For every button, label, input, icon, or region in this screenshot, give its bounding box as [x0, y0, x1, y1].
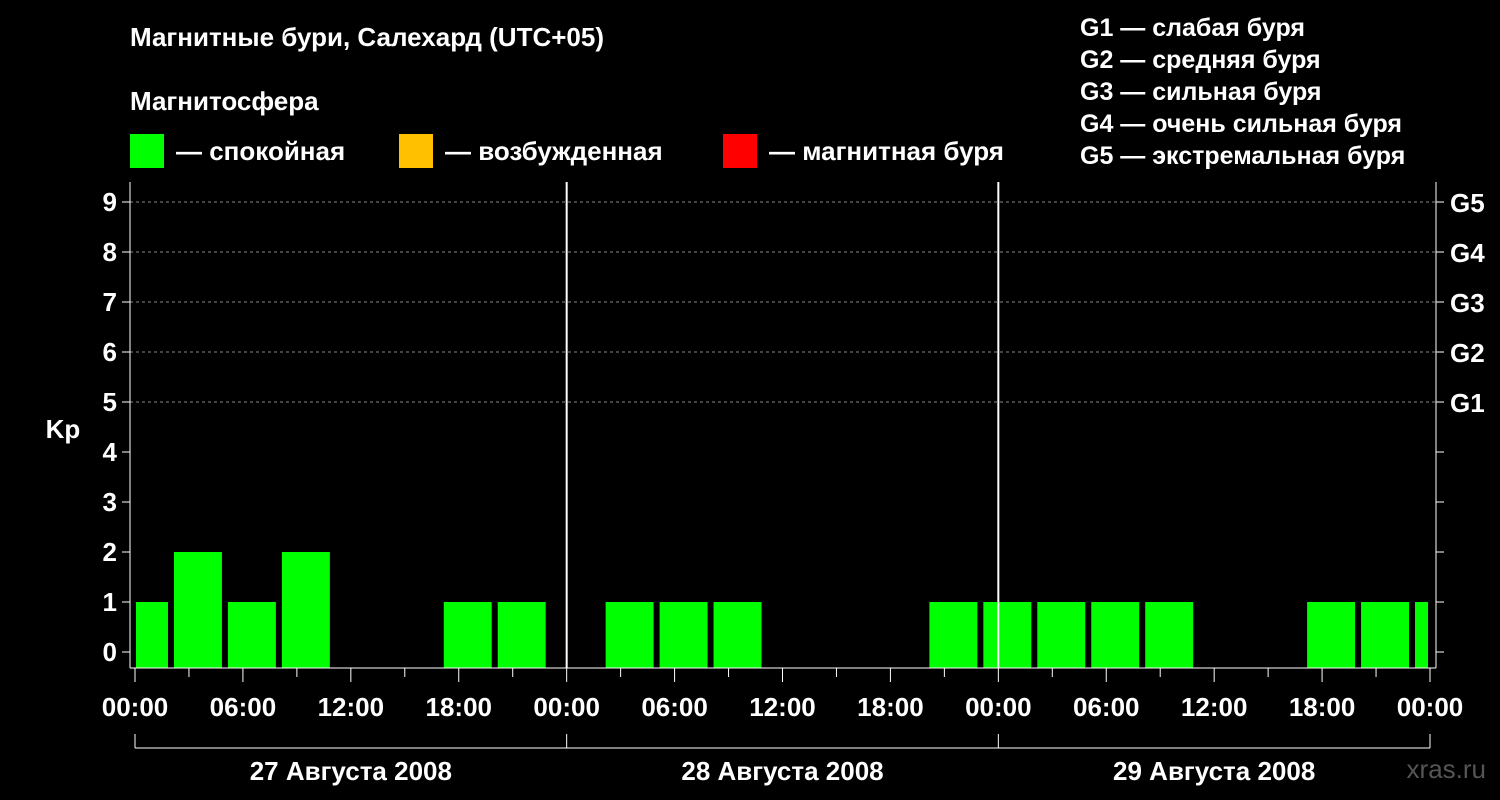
y-tick-label: 0	[103, 637, 117, 667]
y-tick-label: 9	[103, 187, 117, 217]
kp-bar	[173, 552, 222, 668]
g-scale-label: G2	[1450, 338, 1485, 368]
y-tick-label: 1	[103, 587, 117, 617]
x-tick-label: 18:00	[1289, 692, 1356, 722]
x-tick-label: 06:00	[641, 692, 708, 722]
y-tick-label: 5	[103, 387, 117, 417]
kp-bar	[497, 602, 546, 668]
kp-chart: 0 1 2 3 4 5 6 7 8 9 G1 G2 G3 G4 G5 Kp 00:00 06:00 12:00 18:…	[46, 182, 1485, 786]
kp-bar	[605, 602, 654, 668]
kp-bar	[1361, 602, 1410, 668]
g-scale-label: G1	[1450, 388, 1485, 418]
day-label: 29 Августа 2008	[1113, 756, 1315, 786]
x-tick-label: 12:00	[1181, 692, 1248, 722]
y-tick-label: 4	[103, 437, 118, 467]
y-tick-label: 8	[103, 237, 117, 267]
kp-bar	[1307, 602, 1356, 668]
kp-bar	[1037, 602, 1086, 668]
kp-bar	[659, 602, 708, 668]
x-tick-label: 00:00	[533, 692, 600, 722]
kp-bar	[136, 602, 168, 668]
y-tick-label: 2	[103, 537, 117, 567]
g-scale-label: G3	[1450, 288, 1485, 318]
g-scale-label: G4	[1450, 238, 1485, 268]
x-tick-label: 06:00	[210, 692, 277, 722]
kp-bar	[983, 602, 1032, 668]
x-tick-label: 00:00	[1397, 692, 1464, 722]
watermark: xras.ru	[1406, 754, 1486, 784]
kp-bar	[1091, 602, 1140, 668]
kp-bar	[713, 602, 762, 668]
kp-bar	[227, 602, 276, 668]
kp-bar	[1145, 602, 1194, 668]
x-tick-label: 06:00	[1073, 692, 1140, 722]
y-tick-label: 7	[103, 287, 117, 317]
x-tick-label: 00:00	[102, 692, 169, 722]
day-label: 28 Августа 2008	[681, 756, 883, 786]
kp-bar	[1415, 602, 1428, 668]
x-tick-label: 12:00	[318, 692, 385, 722]
x-tick-label: 12:00	[749, 692, 816, 722]
x-tick-label: 18:00	[857, 692, 924, 722]
day-label: 27 Августа 2008	[250, 756, 452, 786]
y-axis-label: Kp	[46, 414, 81, 444]
kp-bar	[929, 602, 978, 668]
y-tick-label: 3	[103, 487, 117, 517]
y-tick-label: 6	[103, 337, 117, 367]
kp-bar	[281, 552, 330, 668]
g-scale-label: G5	[1450, 188, 1485, 218]
kp-bar	[443, 602, 492, 668]
x-tick-label: 18:00	[426, 692, 493, 722]
x-tick-label: 00:00	[965, 692, 1032, 722]
